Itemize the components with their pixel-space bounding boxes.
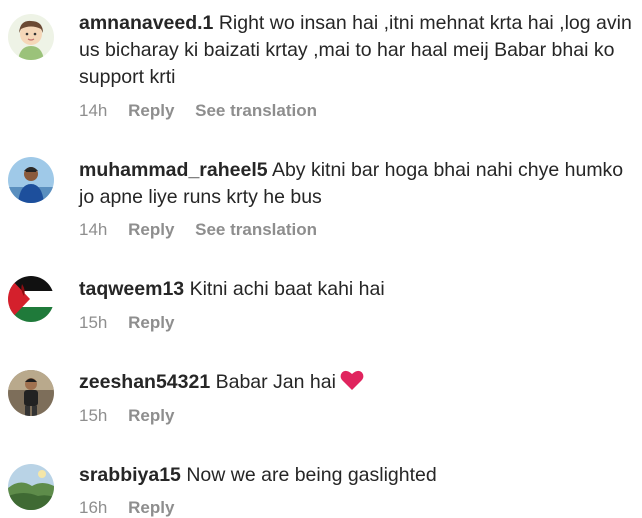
comment-body: zeeshan54321 Babar Jan hai bbox=[79, 369, 632, 399]
comment-meta: 14h Reply See translation bbox=[79, 101, 333, 121]
reply-button[interactable]: Reply bbox=[128, 406, 174, 425]
username[interactable]: taqweem13 bbox=[79, 278, 184, 300]
comment-body: taqweem13 Kitni achi baat kahi hai bbox=[79, 276, 632, 303]
man-standing-avatar-icon[interactable] bbox=[8, 370, 54, 416]
comment-meta: 15h Reply bbox=[79, 406, 190, 426]
reply-button[interactable]: Reply bbox=[128, 313, 174, 332]
comment-meta: 14h Reply See translation bbox=[79, 220, 333, 240]
see-translation-button[interactable]: See translation bbox=[195, 220, 317, 239]
timestamp: 16h bbox=[79, 498, 108, 517]
comment-text-line: us bicharay ki baizati krtay ,mai to har… bbox=[79, 39, 615, 61]
comment-text: Babar Jan hai bbox=[215, 371, 336, 393]
timestamp: 14h bbox=[79, 101, 108, 120]
cartoon-girl-avatar-icon[interactable] bbox=[8, 14, 54, 60]
man-photo-avatar-icon[interactable] bbox=[8, 157, 54, 203]
username[interactable]: amnanaveed.1 bbox=[79, 12, 213, 34]
palestine-flag-avatar-icon[interactable] bbox=[8, 276, 54, 322]
reply-button[interactable]: Reply bbox=[128, 101, 174, 120]
comment-meta: 15h Reply bbox=[79, 313, 190, 333]
red-heart-icon bbox=[340, 369, 364, 399]
comment-text: Kitni achi baat kahi hai bbox=[189, 278, 385, 300]
timestamp: 15h bbox=[79, 313, 108, 332]
comment-text: Now we are being gaslighted bbox=[186, 464, 437, 486]
comment-text-line: jo apne liye runs krty he bus bbox=[79, 186, 322, 208]
reply-button[interactable]: Reply bbox=[128, 220, 174, 239]
reply-button[interactable]: Reply bbox=[128, 498, 174, 517]
username[interactable]: srabbiya15 bbox=[79, 464, 181, 486]
landscape-photo-avatar-icon[interactable] bbox=[8, 464, 54, 510]
username[interactable]: zeeshan54321 bbox=[79, 371, 210, 393]
comment-body: srabbiya15 Now we are being gaslighted bbox=[79, 462, 632, 489]
comment-text-line: Right wo insan hai ,itni mehnat krta hai… bbox=[218, 12, 632, 34]
comment-meta: 16h Reply bbox=[79, 498, 190, 518]
username[interactable]: muhammad_raheel5 bbox=[79, 159, 268, 181]
see-translation-button[interactable]: See translation bbox=[195, 101, 317, 120]
comment-text-line: Aby kitni bar hoga bhai nahi chye humko bbox=[271, 159, 624, 181]
timestamp: 15h bbox=[79, 406, 108, 425]
timestamp: 14h bbox=[79, 220, 108, 239]
comment-body: amnanaveed.1 Right wo insan hai ,itni me… bbox=[79, 10, 632, 91]
comment-text-line: support krti bbox=[79, 66, 176, 88]
comment-body: muhammad_raheel5 Aby kitni bar hoga bhai… bbox=[79, 157, 632, 211]
